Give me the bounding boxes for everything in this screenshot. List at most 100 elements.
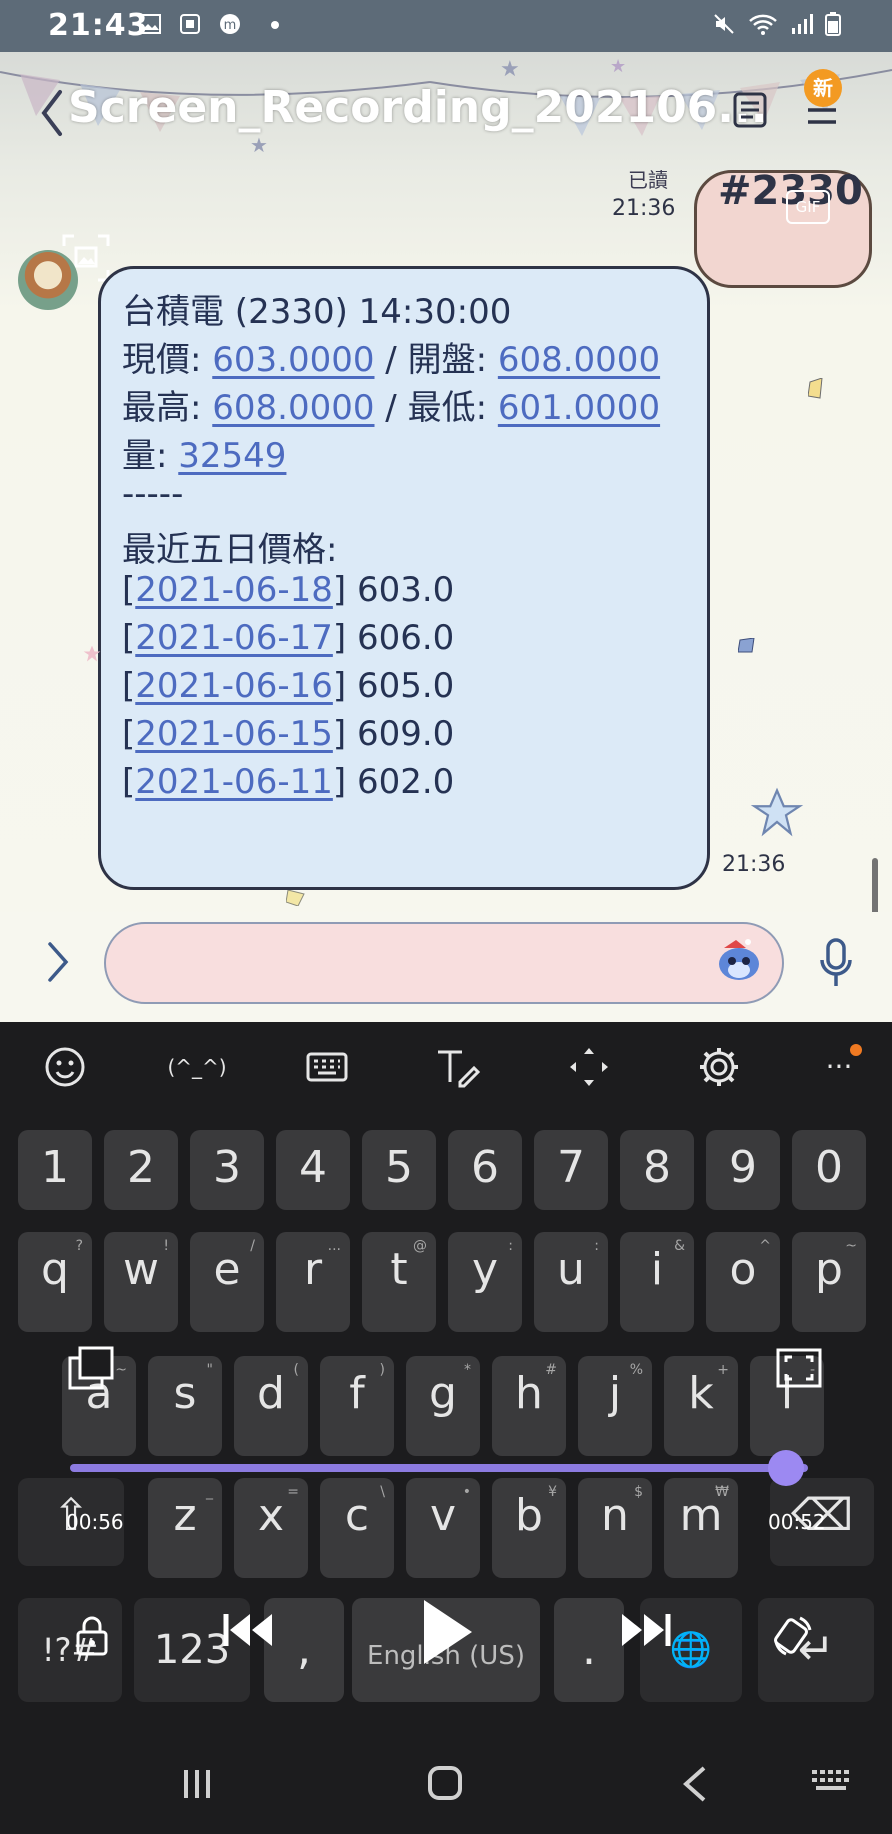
key-label: i: [650, 1244, 664, 1295]
letter-key-v[interactable]: v •: [406, 1478, 480, 1578]
key-label: c: [344, 1490, 370, 1541]
letter-key-x[interactable]: x =: [234, 1478, 308, 1578]
high-label: 最高:: [122, 388, 213, 428]
key-hint: *: [464, 1362, 471, 1378]
key-label: p: [815, 1244, 843, 1295]
letter-key-i[interactable]: i &: [620, 1232, 694, 1332]
key-hint: ...: [327, 1238, 341, 1254]
low-value-link[interactable]: 601.0000: [498, 388, 660, 428]
key-label: v: [429, 1490, 457, 1541]
key-label: h: [515, 1368, 543, 1419]
letter-key-t[interactable]: t @: [362, 1232, 436, 1332]
rewind-icon[interactable]: [222, 1610, 274, 1650]
number-key-6[interactable]: 6: [448, 1130, 522, 1210]
letter-key-k[interactable]: k +: [664, 1356, 738, 1456]
letter-key-c[interactable]: c \: [320, 1478, 394, 1578]
svg-text:★: ★: [500, 57, 520, 82]
handwriting-icon[interactable]: [432, 1042, 482, 1092]
lock-icon[interactable]: [72, 1612, 112, 1658]
number-key-9[interactable]: 9: [706, 1130, 780, 1210]
key-hint: ~: [845, 1238, 857, 1254]
comma-label: ,: [297, 1624, 311, 1675]
keyboard-hide-icon[interactable]: [810, 1762, 856, 1806]
avatar[interactable]: [18, 250, 78, 310]
letter-key-z[interactable]: z _: [148, 1478, 222, 1578]
key-label: m: [679, 1490, 723, 1541]
back-nav-icon[interactable]: [670, 1762, 720, 1806]
sticker-icon[interactable]: [714, 934, 764, 986]
back-icon[interactable]: [40, 88, 64, 138]
letter-key-b[interactable]: b ¥: [492, 1478, 566, 1578]
history-date-link[interactable]: 2021-06-11: [135, 762, 333, 802]
letter-key-y[interactable]: y:: [448, 1232, 522, 1332]
volume-value-link[interactable]: 32549: [178, 436, 286, 476]
stock-header: 台積電 (2330) 14:30:00: [122, 292, 512, 332]
emoji-icon[interactable]: [40, 1042, 90, 1092]
letter-key-q[interactable]: q?: [18, 1232, 92, 1332]
confetti-decoration: [286, 890, 305, 906]
history-date-link[interactable]: 2021-06-15: [135, 714, 333, 754]
number-key-3[interactable]: 3: [190, 1130, 264, 1210]
move-icon[interactable]: [564, 1042, 614, 1092]
history-date-link[interactable]: 2021-06-16: [135, 666, 333, 706]
key-label: 5: [385, 1142, 413, 1193]
letter-key-m[interactable]: m ₩: [664, 1478, 738, 1578]
history-row: [2021-06-17] 606.0: [122, 618, 455, 658]
key-hint: :: [594, 1238, 599, 1254]
seek-thumb[interactable]: [767, 1450, 804, 1486]
seek-bar[interactable]: [70, 1464, 808, 1472]
mute-icon: [714, 14, 734, 34]
history-date-link[interactable]: 2021-06-17: [135, 618, 333, 658]
rotate-icon[interactable]: [768, 1612, 818, 1660]
high-value-link[interactable]: 608.0000: [212, 388, 374, 428]
letter-key-e[interactable]: e /: [190, 1232, 264, 1332]
expand-chevron-icon[interactable]: [44, 940, 72, 984]
comma-key[interactable]: ,: [264, 1598, 344, 1702]
letter-key-h[interactable]: h #: [492, 1356, 566, 1456]
letter-key-d[interactable]: d(: [234, 1356, 308, 1456]
key-hint: ?: [75, 1238, 83, 1254]
number-key-1[interactable]: 1: [18, 1130, 92, 1210]
microphone-icon[interactable]: [818, 936, 854, 990]
fast-forward-icon[interactable]: [620, 1610, 672, 1650]
number-key-4[interactable]: 4: [276, 1130, 350, 1210]
key-label: 9: [729, 1142, 757, 1193]
letter-key-g[interactable]: g *: [406, 1356, 480, 1456]
key-label: g: [429, 1368, 457, 1419]
number-key-0[interactable]: 0: [792, 1130, 866, 1210]
period-key[interactable]: .: [554, 1598, 624, 1702]
number-key-2[interactable]: 2: [104, 1130, 178, 1210]
price-value-link[interactable]: 603.0000: [212, 340, 374, 380]
key-label: o: [729, 1244, 757, 1295]
recent-apps-icon[interactable]: [172, 1762, 222, 1806]
letter-key-j[interactable]: j%: [578, 1356, 652, 1456]
kaomoji-button[interactable]: (^_^): [160, 1042, 234, 1092]
volume-line: 量: 32549: [122, 428, 286, 477]
key-hint: _: [206, 1484, 213, 1500]
dot-icon: [271, 21, 279, 29]
fullscreen-icon[interactable]: [776, 1348, 822, 1388]
settings-icon[interactable]: [694, 1042, 744, 1092]
number-key-8[interactable]: 8: [620, 1130, 694, 1210]
copy-icon[interactable]: [66, 1346, 118, 1392]
letter-key-u[interactable]: u:: [534, 1232, 608, 1332]
key-hint: :: [508, 1238, 513, 1254]
letter-key-p[interactable]: p ~: [792, 1232, 866, 1332]
letter-key-s[interactable]: s ": [148, 1356, 222, 1456]
letter-key-w[interactable]: w!: [104, 1232, 178, 1332]
keyboard-icon[interactable]: [302, 1042, 352, 1092]
number-key-5[interactable]: 5: [362, 1130, 436, 1210]
key-label: b: [515, 1490, 543, 1541]
play-icon[interactable]: [416, 1596, 476, 1668]
letter-key-f[interactable]: f): [320, 1356, 394, 1456]
letter-key-n[interactable]: n $: [578, 1478, 652, 1578]
history-date-link[interactable]: 2021-06-18: [135, 570, 333, 610]
letter-key-o[interactable]: o ^: [706, 1232, 780, 1332]
message-input[interactable]: [104, 922, 784, 1004]
home-icon[interactable]: [420, 1762, 470, 1806]
key-label: k: [688, 1368, 714, 1419]
number-key-7[interactable]: 7: [534, 1130, 608, 1210]
notes-icon[interactable]: [728, 88, 772, 132]
letter-key-r[interactable]: r...: [276, 1232, 350, 1332]
open-value-link[interactable]: 608.0000: [498, 340, 660, 380]
